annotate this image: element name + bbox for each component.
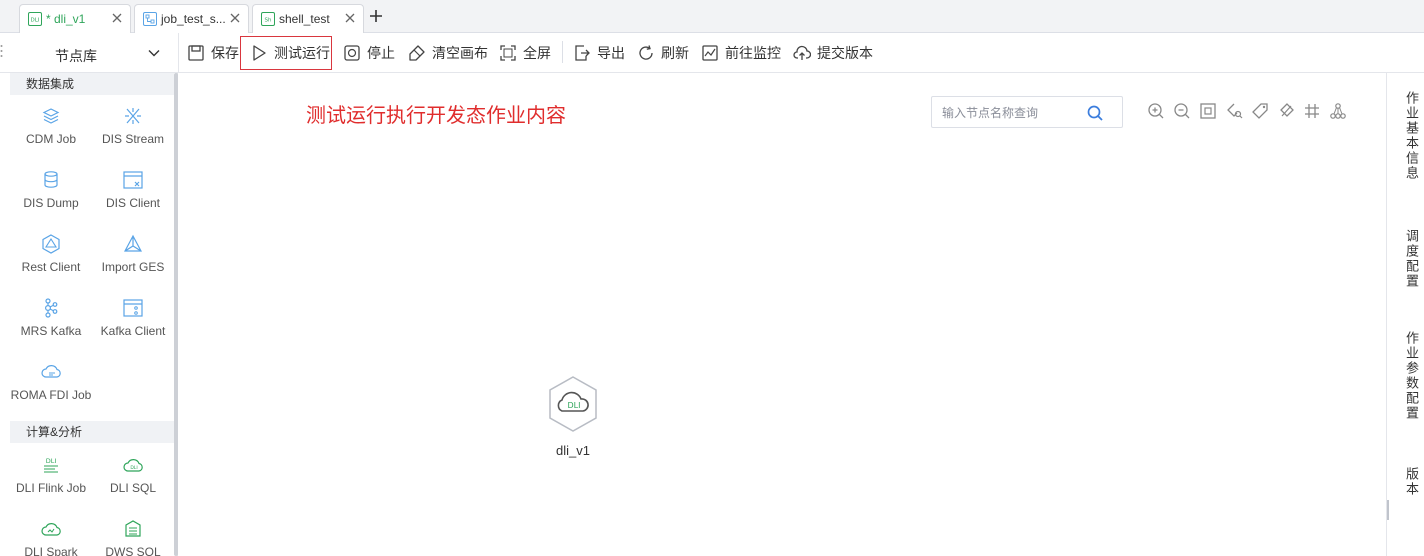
- window-icon: [123, 171, 143, 189]
- eraser-icon: [409, 45, 425, 61]
- export-button[interactable]: 导出: [573, 41, 625, 65]
- svg-text:DLI: DLI: [568, 401, 581, 410]
- stop-button[interactable]: 停止: [343, 41, 395, 65]
- save-icon: [188, 45, 204, 61]
- node-dis-stream[interactable]: DIS Stream: [92, 105, 174, 147]
- tab-job-basic-info[interactable]: 作业基本信息: [1387, 91, 1424, 181]
- cloud-icon: [41, 365, 61, 378]
- node-search-box[interactable]: [931, 96, 1123, 128]
- zoom-out-icon[interactable]: [1173, 102, 1191, 120]
- node-search-input[interactable]: [942, 104, 1082, 122]
- node-dli-flink-job[interactable]: DLI DLI Flink Job: [10, 454, 92, 496]
- node-kafka-client[interactable]: Kafka Client: [92, 297, 174, 339]
- dli-node-icon[interactable]: DLI: [547, 375, 599, 433]
- tab-dli-v1[interactable]: DLI * dli_v1: [19, 4, 131, 33]
- node-library-scrollbar[interactable]: [174, 73, 178, 556]
- right-panel-resize-handle[interactable]: [1387, 500, 1389, 520]
- node-cdm-job[interactable]: CDM Job: [10, 105, 92, 147]
- tab-label: * dli_v1: [46, 12, 86, 26]
- node-rest-client[interactable]: Rest Client: [10, 233, 92, 275]
- zoom-in-icon[interactable]: [1147, 102, 1165, 120]
- fullscreen-icon: [500, 45, 516, 61]
- close-icon[interactable]: [228, 11, 242, 25]
- export-icon: [575, 45, 590, 61]
- tab-label: job_test_s...: [161, 12, 226, 26]
- graph-icon: [124, 234, 142, 252]
- node-label: dli_v1: [556, 443, 590, 458]
- test-run-button[interactable]: 测试运行: [240, 36, 332, 70]
- canvas-annotation: 测试运行执行开发态作业内容: [306, 103, 566, 127]
- shell-file-icon: Sh: [261, 12, 275, 26]
- svg-text:DLI: DLI: [130, 465, 137, 471]
- dli-cloud-icon: DLI: [123, 459, 143, 472]
- window-kafka-icon: [123, 299, 143, 317]
- svg-text:Sh: Sh: [265, 18, 272, 24]
- kafka-icon: [44, 298, 58, 318]
- node-import-ges[interactable]: Import GES: [92, 233, 174, 275]
- svg-text:DLI: DLI: [31, 18, 40, 24]
- node-dli-sql[interactable]: DLI DLI SQL: [92, 454, 174, 496]
- divider: [562, 41, 563, 63]
- database-icon: [44, 171, 58, 188]
- dli-flink-icon: DLI: [44, 457, 58, 473]
- tab-job-test[interactable]: job_test_s...: [134, 4, 249, 33]
- tab-label: shell_test: [279, 12, 330, 26]
- dws-icon: [125, 520, 141, 537]
- node-roma-fdi-job[interactable]: ROMA FDI Job: [10, 361, 92, 403]
- monitor-icon: [702, 45, 718, 61]
- tab-schedule-config[interactable]: 调度配置: [1387, 229, 1424, 289]
- dli-file-icon: DLI: [28, 12, 42, 26]
- stop-icon: [344, 45, 360, 61]
- tab-job-params-config[interactable]: 作业参数配置: [1387, 331, 1424, 421]
- svg-text:DLI: DLI: [46, 457, 57, 465]
- group-header-compute-analysis: 计算&分析: [10, 421, 174, 443]
- chevron-down-icon[interactable]: [147, 46, 161, 60]
- save-button[interactable]: 保存: [187, 41, 239, 65]
- hexagon-icon: [42, 234, 60, 254]
- close-icon[interactable]: [343, 11, 357, 25]
- refresh-icon: [639, 45, 653, 60]
- flow-file-icon: [143, 12, 157, 26]
- tab-shell-test[interactable]: Sh shell_test: [252, 4, 364, 33]
- grid-icon[interactable]: [1303, 102, 1321, 120]
- node-mrs-kafka[interactable]: MRS Kafka: [10, 297, 92, 339]
- group-header-data-integration: 数据集成: [10, 73, 174, 95]
- fullscreen-button[interactable]: 全屏: [499, 41, 551, 65]
- tag-search-icon[interactable]: [1225, 102, 1243, 120]
- node-dli-spark[interactable]: DLI Spark: [10, 518, 92, 556]
- stream-icon: [125, 108, 141, 124]
- search-icon[interactable]: [1086, 104, 1104, 122]
- close-icon[interactable]: [110, 11, 124, 25]
- divider: [178, 33, 179, 73]
- layers-icon: [42, 108, 60, 124]
- node-library-header[interactable]: 节点库: [10, 33, 178, 73]
- tab-bar: DLI * dli_v1 job_test_s... Sh shell_test: [0, 0, 1424, 33]
- cloud-upload-icon: [793, 45, 811, 60]
- job-canvas[interactable]: 测试运行执行开发态作业内容 输入节点名称查询 DLI dli_v1: [179, 73, 1386, 556]
- node-dis-dump[interactable]: DIS Dump: [10, 169, 92, 211]
- node-dis-client[interactable]: DIS Client: [92, 169, 174, 211]
- go-monitor-button[interactable]: 前往监控: [701, 41, 781, 65]
- add-tab-icon[interactable]: [368, 8, 384, 24]
- tag-icon[interactable]: [1251, 102, 1269, 120]
- toolbar: 节点库 保存 测试运行 停止 清空画布 全屏 导出 刷新 前往监控 提交版本: [0, 33, 1424, 73]
- node-dws-sql[interactable]: DWS SQL: [92, 518, 174, 556]
- dli-spark-icon: [41, 523, 61, 536]
- refresh-button[interactable]: 刷新: [637, 41, 689, 65]
- collapse-handle-icon[interactable]: [0, 44, 4, 58]
- right-properties-panel: 作业基本信息 调度配置 作业参数配置 版本: [1386, 73, 1424, 556]
- fit-view-icon[interactable]: [1199, 102, 1217, 120]
- node-library-title: 节点库: [55, 48, 97, 64]
- tag-hide-icon[interactable]: [1277, 102, 1295, 120]
- layout-tree-icon[interactable]: [1329, 102, 1347, 120]
- tab-version[interactable]: 版本: [1387, 467, 1424, 497]
- node-library-panel: 数据集成 CDM Job DIS Stream DIS Dump DIS Cli…: [10, 73, 178, 556]
- clear-canvas-button[interactable]: 清空画布: [408, 41, 488, 65]
- submit-version-button[interactable]: 提交版本: [793, 41, 873, 65]
- play-icon: [253, 45, 266, 61]
